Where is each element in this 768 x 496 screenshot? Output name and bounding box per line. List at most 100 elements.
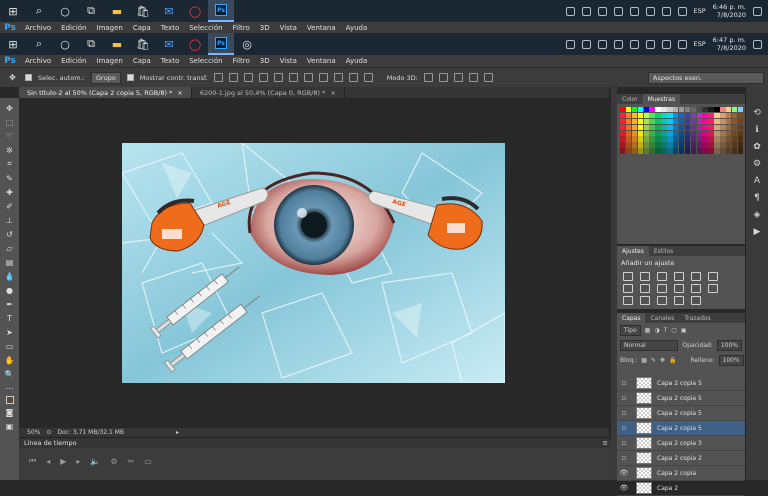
swatch[interactable] [708,118,714,125]
swatch[interactable] [667,136,673,142]
swatch[interactable] [631,124,638,131]
tray-icon[interactable] [597,6,607,16]
swatch[interactable] [655,124,661,131]
split-icon[interactable]: ✂ [128,457,135,466]
swatch[interactable] [625,124,632,131]
layer-filter-dropdown[interactable]: Tipo [620,325,641,336]
swatch[interactable] [726,118,732,125]
filter-shape-icon[interactable]: ▢ [671,327,677,334]
notifications-icon[interactable] [753,39,762,49]
swatch[interactable] [620,107,626,113]
visibility-eye-icon[interactable]: ▫ [617,379,631,387]
swatch[interactable] [731,142,738,148]
swatch[interactable] [649,148,655,154]
timeline-title[interactable]: Línea de tiempo [24,439,77,447]
swatch[interactable] [696,124,702,131]
layer-name[interactable]: Capa 2 copia 5 [657,395,702,402]
curves-icon[interactable] [657,272,667,281]
cortana-icon[interactable]: ○ [52,33,78,55]
menu-ayuda[interactable]: Ayuda [341,57,373,65]
opera-icon[interactable]: ◯ [182,0,208,22]
swatch[interactable] [637,136,644,142]
paragraph-icon[interactable]: ¶ [751,192,763,204]
language-indicator[interactable]: ESP [694,7,706,15]
swatch[interactable] [655,142,661,148]
swatch[interactable] [737,112,744,119]
layer-name[interactable]: Capa 2 copia 5 [657,410,702,417]
swatch[interactable] [643,124,649,131]
photo-filter-icon[interactable] [674,284,684,293]
menu-ventana[interactable]: Ventana [302,24,341,32]
swatch[interactable] [690,124,697,131]
clock[interactable]: 6:47 p. m. 7/8/2020 [713,36,746,52]
swatch[interactable] [737,148,744,154]
swatch[interactable] [708,107,714,113]
visibility-eye-icon[interactable]: 👁 [617,469,631,477]
swatch[interactable] [678,148,685,154]
swatch[interactable] [655,107,661,113]
swatch[interactable] [620,148,626,154]
actions-icon[interactable]: ▶ [751,226,763,238]
auto-select-checkbox[interactable] [25,74,32,81]
swatch[interactable] [649,130,655,136]
swatch[interactable] [643,130,649,136]
layer-row[interactable]: ▫ Capa 2 copia 2 [617,451,745,466]
swatch[interactable] [678,142,685,148]
menu-archivo[interactable]: Archivo [20,57,56,65]
close-icon[interactable]: × [330,89,335,97]
swatch[interactable] [731,124,738,131]
invert-icon[interactable] [623,296,633,305]
tab-swatches[interactable]: Muestras [642,94,681,104]
swatch[interactable] [625,148,632,154]
layer-row[interactable]: ▫ Capa 2 copia 5 [617,376,745,391]
swatch[interactable] [690,107,697,113]
swatch[interactable] [661,112,667,119]
windows-start-icon[interactable]: ⊞ [0,33,26,55]
align-left-icon[interactable] [258,73,268,82]
play-icon[interactable]: ▶ [60,457,66,466]
filter-pixel-icon[interactable]: ▦ [645,327,651,334]
swatch[interactable] [684,142,691,148]
distribute-icon[interactable] [348,73,358,82]
triangle-icon[interactable] [708,272,718,281]
swatch[interactable] [737,130,744,136]
photoshop-taskbar-icon[interactable]: Ps [208,0,234,22]
eyedropper-tool-icon[interactable]: ✎ [3,172,16,184]
swatch[interactable] [726,136,732,142]
swatch[interactable] [673,136,679,142]
swatch[interactable] [661,130,667,136]
swatch[interactable] [661,148,667,154]
properties-icon[interactable]: ℹ [751,124,763,136]
swatch[interactable] [667,107,673,113]
visibility-eye-icon[interactable]: ▫ [617,439,631,447]
swatch[interactable] [684,148,691,154]
more-tools-icon[interactable]: ⋯ [3,382,16,394]
swatch[interactable] [714,112,720,119]
3d-roll-icon[interactable] [438,73,448,82]
swatch[interactable] [678,112,685,119]
swatch[interactable] [655,130,661,136]
swatch[interactable] [726,130,732,136]
swatch[interactable] [696,136,702,142]
visibility-eye-icon[interactable]: ▫ [617,409,631,417]
3d-scale-icon[interactable] [483,73,493,82]
opera-icon[interactable]: ◯ [182,33,208,55]
menu-texto[interactable]: Texto [156,57,184,65]
distribute-icon[interactable] [318,73,328,82]
swatch[interactable] [708,130,714,136]
windows-start-icon[interactable]: ⊞ [0,0,26,22]
swatch[interactable] [649,124,655,131]
pen-tool-icon[interactable]: ✒ [3,298,16,310]
swatch[interactable] [702,118,708,125]
swatch[interactable] [731,136,738,142]
foreground-color-swatch[interactable] [5,396,14,404]
photoshop-taskbar-icon[interactable]: Ps [208,33,234,55]
swatch[interactable] [690,142,697,148]
layer-name[interactable]: Capa 2 copia 2 [657,455,702,462]
swatch[interactable] [661,118,667,125]
swatch[interactable] [631,112,638,119]
menu-3d[interactable]: 3D [255,24,275,32]
swatch[interactable] [714,124,720,131]
tray-icon[interactable] [629,39,639,49]
language-indicator[interactable]: ESP [694,40,706,48]
